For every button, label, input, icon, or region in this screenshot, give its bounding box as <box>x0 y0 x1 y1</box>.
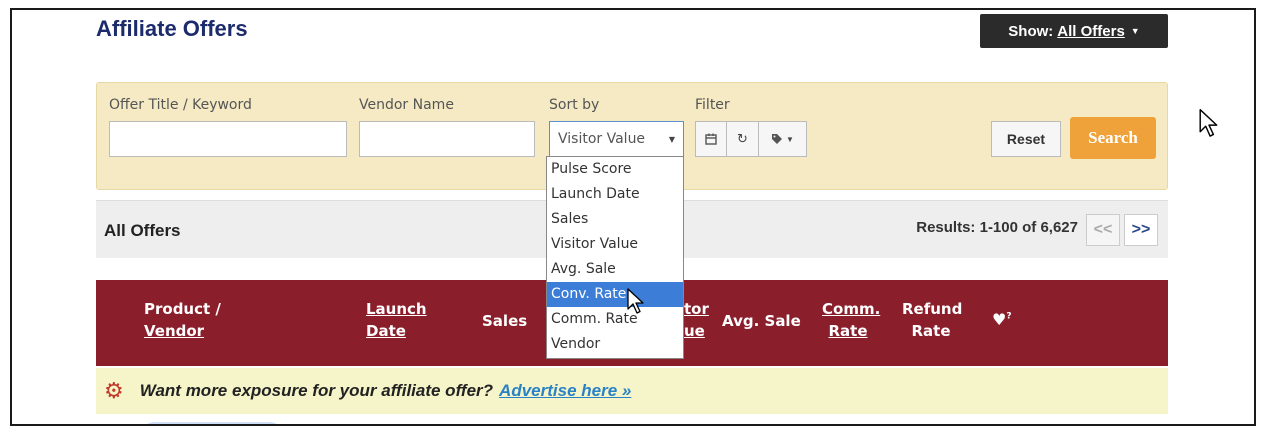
sort-select-value: Visitor Value <box>558 131 646 147</box>
sort-option[interactable]: Comm. Rate <box>547 307 683 332</box>
vendor-label: Vendor Name <box>359 97 454 113</box>
search-button[interactable]: Search <box>1070 117 1156 159</box>
select-arrow-icon: ▼ <box>668 134 675 144</box>
caret-down-icon: ▼ <box>1130 26 1140 36</box>
results-title: All Offers <box>104 221 181 240</box>
sort-label: Sort by <box>549 97 600 113</box>
advertise-text: Want more exposure for your affiliate of… <box>139 381 494 400</box>
page-title: Affiliate Offers <box>96 16 248 41</box>
results-count: Results: 1-100 of 6,627 <box>916 219 1078 236</box>
keyword-label: Offer Title / Keyword <box>109 97 252 113</box>
column-favorites[interactable]: ♥? <box>992 310 1012 329</box>
heart-icon: ♥ <box>992 310 1007 329</box>
sort-option-selected[interactable]: Conv. Rate <box>547 282 683 307</box>
refresh-icon: ↻ <box>737 131 748 146</box>
sort-option[interactable]: Vendor <box>547 332 683 357</box>
advertise-link[interactable]: Advertise here » <box>499 381 631 401</box>
next-page-button[interactable]: >> <box>1124 214 1158 246</box>
column-avg-sale[interactable]: Avg. Sale <box>722 310 801 332</box>
gear-icon: ⚙ <box>104 378 124 403</box>
show-label: Show: <box>1008 22 1054 40</box>
tag-filter-button[interactable]: ▼ <box>759 121 807 157</box>
show-offers-dropdown[interactable]: Show: All Offers ▼ <box>980 14 1168 48</box>
column-comm-rate[interactable]: Comm. Rate <box>822 298 880 342</box>
advertise-banner: ⚙ Want more exposure for your affiliate … <box>96 368 1168 414</box>
tag-icon <box>772 134 783 144</box>
sort-option[interactable]: Pulse Score <box>547 157 683 182</box>
sort-options-dropdown[interactable]: Pulse Score Launch Date Sales Visitor Va… <box>546 156 684 359</box>
column-visitor-value[interactable]: tor ue <box>684 298 709 342</box>
calendar-filter-button[interactable] <box>695 121 727 157</box>
offer-row-preview <box>142 422 282 424</box>
refresh-filter-button[interactable]: ↻ <box>727 121 759 157</box>
sort-select[interactable]: Visitor Value ▼ <box>549 121 684 157</box>
reset-button[interactable]: Reset <box>991 121 1061 157</box>
sort-option[interactable]: Launch Date <box>547 182 683 207</box>
column-product-vendor[interactable]: Product / Vendor <box>144 298 221 342</box>
browser-frame: Affiliate Offers Show: All Offers ▼ Offe… <box>10 8 1256 426</box>
column-sales[interactable]: Sales <box>482 310 527 332</box>
column-launch-date[interactable]: Launch Date <box>366 298 427 342</box>
calendar-icon <box>705 133 717 145</box>
caret-down-icon: ▼ <box>786 134 794 144</box>
filter-label: Filter <box>695 97 730 113</box>
filter-button-group: ↻ ▼ <box>695 121 807 157</box>
pointer-cursor-icon <box>1199 108 1218 137</box>
pointer-cursor-icon <box>627 288 644 314</box>
show-value: All Offers <box>1057 22 1125 40</box>
sort-option[interactable]: Avg. Sale <box>547 257 683 282</box>
keyword-input[interactable] <box>109 121 347 157</box>
sort-option[interactable]: Visitor Value <box>547 232 683 257</box>
prev-page-button[interactable]: << <box>1086 214 1120 246</box>
sort-option[interactable]: Sales <box>547 207 683 232</box>
column-refund-rate: Refund Rate <box>902 300 963 340</box>
vendor-input[interactable] <box>359 121 535 157</box>
